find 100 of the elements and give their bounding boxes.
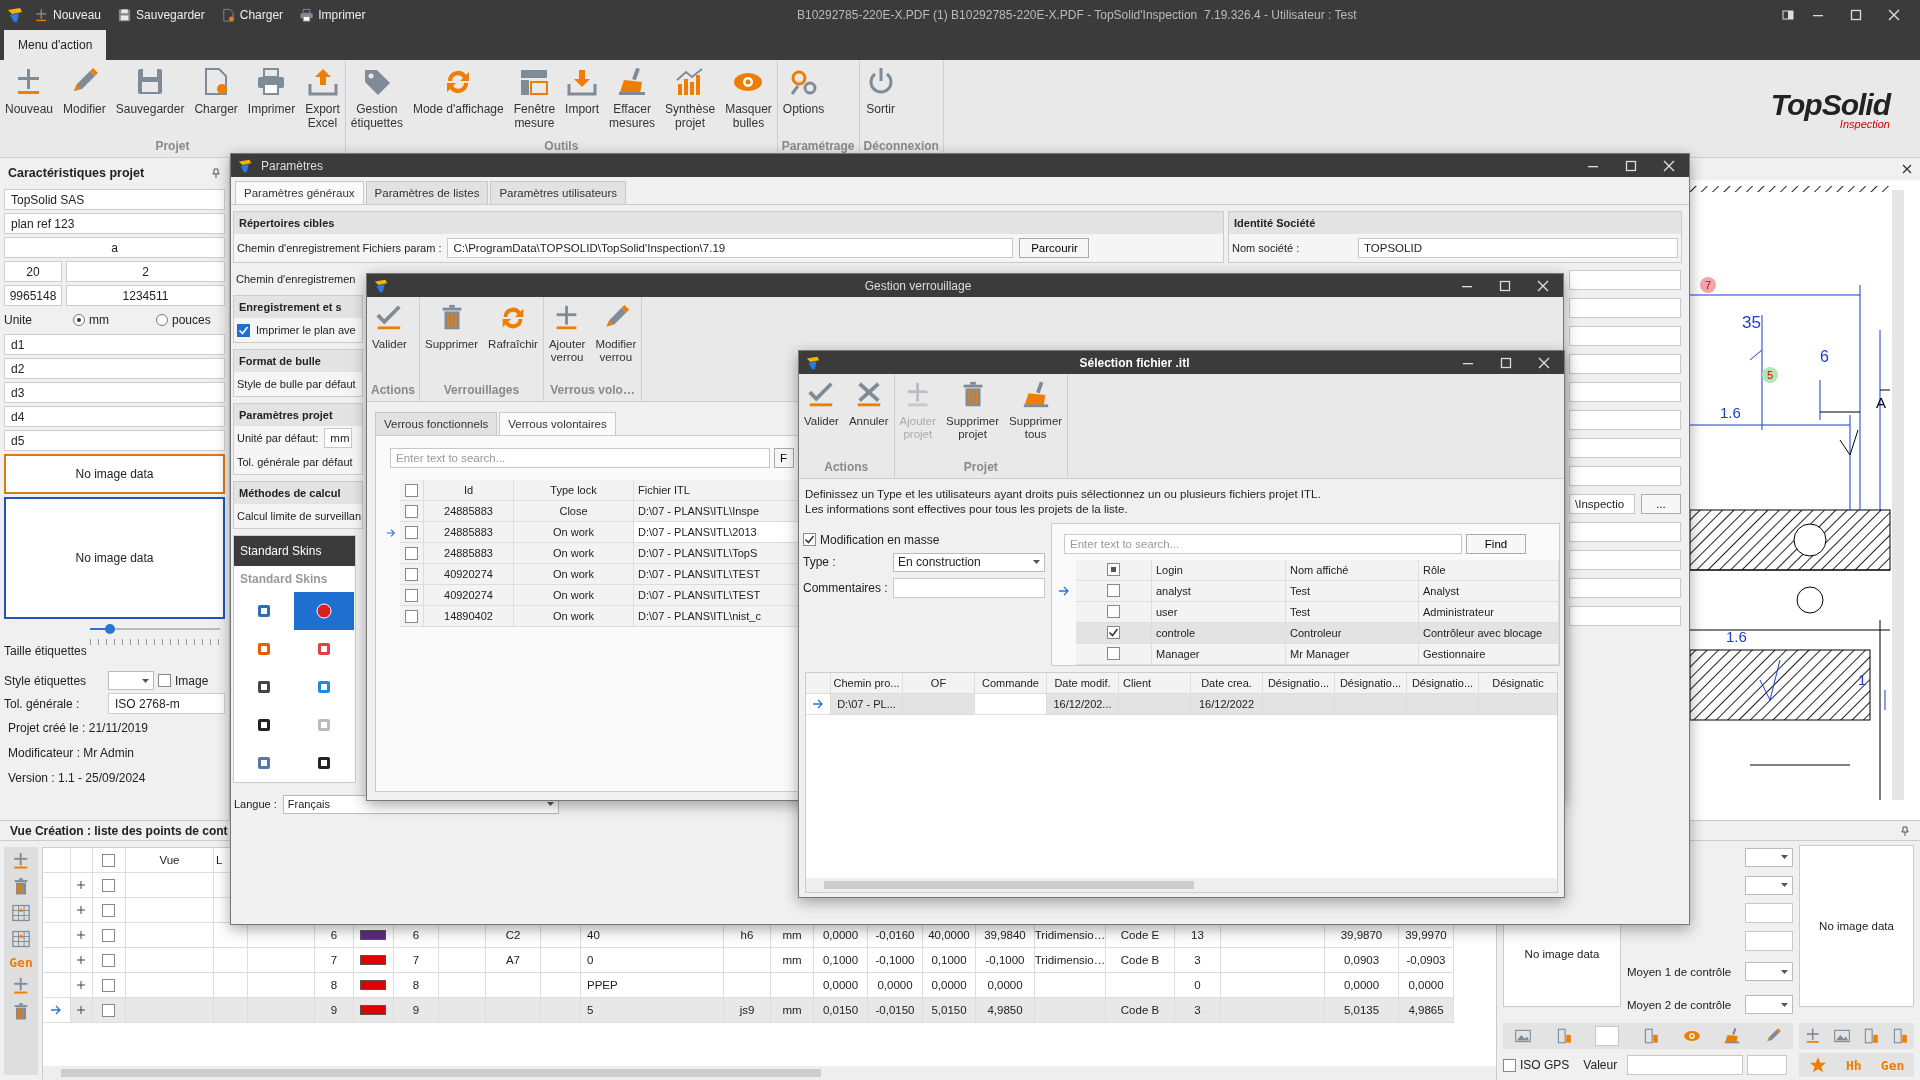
find-button[interactable]: Find [1466, 533, 1526, 554]
toolbar-button[interactable]: Nouveau [28, 7, 108, 23]
text-field[interactable]: 2 [66, 261, 225, 282]
text-field[interactable]: 9965148 [4, 285, 62, 306]
dropdown[interactable] [1745, 847, 1793, 867]
input-field[interactable] [1569, 326, 1681, 346]
ribbon-button[interactable]: Fenêtre mesure [508, 60, 561, 139]
input-field[interactable] [1569, 354, 1681, 374]
checkbox[interactable] [405, 567, 418, 581]
input-field[interactable] [1569, 382, 1681, 402]
text-field[interactable]: d5 [4, 430, 225, 451]
path-field[interactable]: C:\ProgramData\TOPSOLID\TopSolid'Inspection\7.19 [447, 238, 1014, 258]
dropdown[interactable] [1745, 995, 1793, 1014]
text-field[interactable]: a [4, 237, 225, 258]
checkbox[interactable] [102, 978, 116, 992]
text-field[interactable]: d4 [4, 406, 225, 427]
tab[interactable]: Paramètres utilisateurs [490, 181, 627, 204]
checkbox[interactable] [1107, 626, 1120, 640]
ribbon-button[interactable]: Sauvegarder [110, 60, 190, 139]
menu-tab[interactable]: Menu d'action [4, 30, 107, 60]
radio-button[interactable] [155, 314, 168, 326]
maximize-icon[interactable] [1850, 9, 1862, 21]
toolbar-button[interactable]: Charger [214, 7, 290, 23]
text-field[interactable]: plan ref 123 [4, 213, 225, 234]
tab[interactable]: Verrous volontaires [499, 412, 616, 435]
checkbox[interactable] [102, 903, 116, 917]
text-field[interactable]: ISO 2768-m [108, 693, 225, 714]
input-field[interactable]: TOPSOLID [1358, 238, 1678, 258]
checkbox[interactable] [102, 1003, 116, 1017]
ribbon-button[interactable]: Supprimer tous [1004, 374, 1068, 460]
input-field[interactable]: mm [324, 428, 353, 448]
input-field[interactable] [1569, 298, 1681, 318]
ribbon-button[interactable]: Gestion étiquettes [345, 60, 408, 139]
dropdown[interactable] [1745, 875, 1793, 895]
ribbon-button[interactable]: Sortir [859, 60, 902, 139]
row-header[interactable] [806, 693, 831, 715]
input-field[interactable] [1569, 438, 1681, 458]
expand-icon[interactable] [77, 931, 86, 939]
checkbox[interactable] [102, 878, 116, 892]
text-field[interactable]: d2 [4, 358, 225, 379]
ribbon-button[interactable]: Ajouter verrou [543, 297, 591, 383]
pin-icon[interactable] [1900, 825, 1910, 836]
input-field[interactable] [1569, 410, 1681, 430]
scrollbar[interactable] [806, 878, 1557, 892]
ribbon-button[interactable]: Supprimer [420, 297, 484, 383]
input-field[interactable] [1595, 1026, 1620, 1046]
expand-icon[interactable] [77, 956, 86, 964]
text-field[interactable]: d3 [4, 382, 225, 403]
checkbox[interactable] [102, 928, 116, 942]
expand-icon[interactable] [77, 881, 86, 889]
checkbox[interactable] [102, 953, 116, 967]
comment-field[interactable] [893, 577, 1045, 598]
ribbon-button[interactable]: Synthèse projet [660, 60, 721, 139]
image-field[interactable]: No image data [4, 497, 225, 619]
input-field[interactable] [1627, 1055, 1743, 1075]
row-header[interactable] [43, 998, 71, 1023]
scrollbar[interactable] [43, 1066, 1496, 1080]
ribbon-button[interactable]: Valider [367, 297, 412, 383]
path-field[interactable]: \Inspectio [1569, 494, 1635, 514]
tab[interactable]: Paramètres généraux [235, 181, 364, 204]
layout-icon[interactable] [1782, 9, 1794, 21]
scrollbar[interactable] [1892, 190, 1904, 800]
ribbon-button[interactable]: Annuler [843, 374, 894, 460]
checkbox[interactable] [158, 674, 171, 687]
text-field[interactable]: TopSolid SAS [4, 189, 225, 210]
input-field[interactable] [1569, 606, 1681, 626]
slider[interactable] [90, 622, 220, 636]
checkbox[interactable] [1107, 563, 1120, 577]
ribbon-button[interactable]: Modifier verrou [590, 297, 642, 383]
dropdown[interactable] [1745, 962, 1793, 981]
ribbon-button[interactable]: Effacer mesures [604, 60, 661, 139]
input-field[interactable] [1745, 931, 1793, 951]
input-field[interactable] [1569, 578, 1681, 598]
checkbox[interactable] [1503, 1058, 1516, 1072]
expand-icon[interactable] [77, 981, 86, 989]
input-field[interactable] [1569, 550, 1681, 570]
tab[interactable]: Verrous fonctionnels [375, 412, 498, 435]
ribbon-button[interactable]: Nouveau [0, 60, 59, 139]
maximize-icon[interactable] [1625, 159, 1637, 172]
ribbon-button[interactable]: Supprimer projet [941, 374, 1005, 460]
checkbox[interactable] [1107, 605, 1120, 619]
browse-button[interactable]: ... [1641, 494, 1681, 514]
input-field[interactable] [1569, 466, 1681, 486]
input-field[interactable] [1569, 270, 1681, 290]
dropdown[interactable]: En construction [893, 552, 1045, 572]
close-icon[interactable] [1902, 164, 1912, 174]
checkbox[interactable] [237, 323, 250, 337]
ribbon-button[interactable]: Options [777, 60, 830, 139]
maximize-icon[interactable] [1499, 279, 1511, 292]
text-field[interactable]: 20 [4, 261, 62, 282]
maximize-icon[interactable] [1500, 356, 1512, 369]
ribbon-button[interactable]: Import [560, 60, 605, 139]
checkbox[interactable] [405, 504, 418, 518]
text-field[interactable]: 1234511 [66, 285, 225, 306]
pin-icon[interactable] [211, 168, 221, 178]
image-field[interactable]: No image data [1799, 845, 1914, 1007]
input-field[interactable] [1569, 522, 1681, 542]
input-field[interactable] [1745, 903, 1793, 923]
expand-icon[interactable] [77, 1006, 86, 1014]
ribbon-button[interactable]: Mode d'affichage [407, 60, 509, 139]
